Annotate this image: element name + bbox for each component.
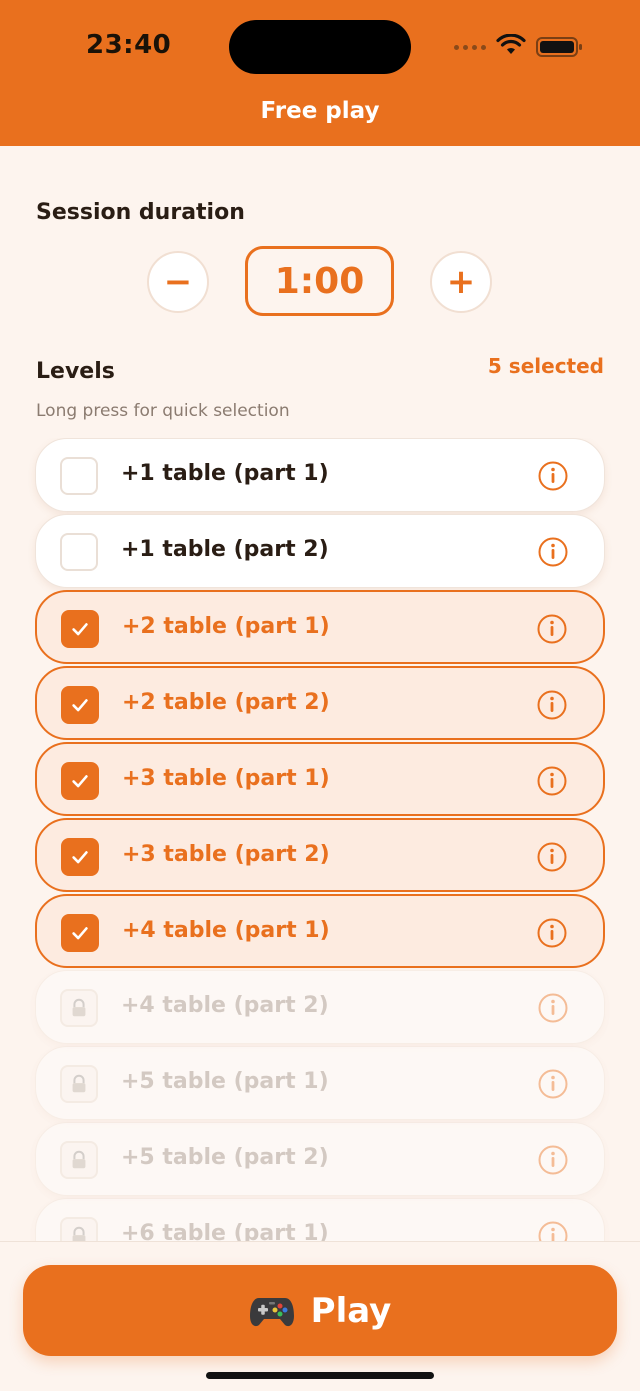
status-time: 23:40 bbox=[86, 30, 172, 60]
lock-icon bbox=[72, 998, 86, 1017]
checkmark-icon bbox=[72, 699, 88, 712]
level-item: +4 table (part 2) bbox=[35, 970, 605, 1044]
level-label: +2 table (part 1) bbox=[122, 614, 330, 639]
decrement-duration-button[interactable]: − bbox=[147, 251, 209, 313]
play-label: Play bbox=[310, 1290, 392, 1331]
battery-icon bbox=[536, 37, 582, 57]
info-icon[interactable] bbox=[537, 918, 567, 948]
checkmark-icon bbox=[72, 927, 88, 940]
info-icon[interactable] bbox=[537, 614, 567, 644]
checkbox-unchecked[interactable] bbox=[60, 533, 98, 571]
level-item: +5 table (part 2) bbox=[35, 1122, 605, 1196]
info-icon[interactable] bbox=[538, 1221, 568, 1241]
level-item[interactable]: +2 table (part 2) bbox=[35, 666, 605, 740]
gamepad-icon bbox=[249, 1297, 294, 1326]
level-label: +4 table (part 2) bbox=[121, 993, 329, 1018]
wifi-icon bbox=[496, 34, 526, 54]
info-icon[interactable] bbox=[537, 766, 567, 796]
play-button[interactable]: Play bbox=[23, 1265, 617, 1356]
level-item[interactable]: +3 table (part 2) bbox=[35, 818, 605, 892]
dynamic-island bbox=[229, 20, 411, 74]
levels-list[interactable]: +1 table (part 1) +1 table (part 2) +2 tab… bbox=[0, 438, 640, 1241]
level-label: +4 table (part 1) bbox=[122, 918, 330, 943]
lock-box bbox=[60, 989, 98, 1027]
session-duration-title: Session duration bbox=[36, 200, 245, 225]
cellular-signal-icon bbox=[454, 45, 486, 50]
level-item: +6 table (part 1) bbox=[35, 1198, 605, 1241]
level-label: +6 table (part 1) bbox=[121, 1221, 329, 1241]
app-header: 23:40 Free play bbox=[0, 0, 640, 146]
lock-box bbox=[60, 1141, 98, 1179]
levels-title: Levels bbox=[36, 359, 115, 384]
info-icon[interactable] bbox=[538, 1069, 568, 1099]
checkbox-checked[interactable] bbox=[61, 686, 99, 724]
increment-duration-button[interactable]: + bbox=[430, 251, 492, 313]
level-label: +2 table (part 2) bbox=[122, 690, 330, 715]
checkmark-icon bbox=[72, 775, 88, 788]
lock-box bbox=[60, 1065, 98, 1103]
duration-value: 1:00 bbox=[245, 246, 394, 316]
level-item[interactable]: +1 table (part 1) bbox=[35, 438, 605, 512]
plus-icon: + bbox=[446, 262, 476, 302]
level-item[interactable]: +3 table (part 1) bbox=[35, 742, 605, 816]
info-icon[interactable] bbox=[537, 842, 567, 872]
minus-icon: − bbox=[163, 262, 193, 302]
quick-selection-hint: Long press for quick selection bbox=[36, 401, 290, 421]
level-label: +1 table (part 1) bbox=[121, 461, 329, 486]
info-icon[interactable] bbox=[538, 993, 568, 1023]
level-label: +5 table (part 2) bbox=[121, 1145, 329, 1170]
checkbox-checked[interactable] bbox=[61, 610, 99, 648]
checkmark-icon bbox=[72, 851, 88, 864]
checkbox-checked[interactable] bbox=[61, 762, 99, 800]
info-icon[interactable] bbox=[537, 690, 567, 720]
info-icon[interactable] bbox=[538, 537, 568, 567]
level-item[interactable]: +1 table (part 2) bbox=[35, 514, 605, 588]
level-item[interactable]: +2 table (part 1) bbox=[35, 590, 605, 664]
checkbox-checked[interactable] bbox=[61, 914, 99, 952]
level-label: +3 table (part 2) bbox=[122, 842, 330, 867]
checkmark-icon bbox=[72, 623, 88, 636]
level-label: +1 table (part 2) bbox=[121, 537, 329, 562]
home-indicator bbox=[206, 1372, 434, 1379]
info-icon[interactable] bbox=[538, 461, 568, 491]
info-icon[interactable] bbox=[538, 1145, 568, 1175]
checkbox-unchecked[interactable] bbox=[60, 457, 98, 495]
selected-count: 5 selected bbox=[487, 354, 604, 378]
lock-box bbox=[60, 1217, 98, 1241]
lock-icon bbox=[72, 1150, 86, 1169]
checkbox-checked[interactable] bbox=[61, 838, 99, 876]
page-title: Free play bbox=[260, 98, 380, 124]
level-label: +5 table (part 1) bbox=[121, 1069, 329, 1094]
lock-icon bbox=[72, 1074, 86, 1093]
level-item: +5 table (part 1) bbox=[35, 1046, 605, 1120]
lock-icon bbox=[72, 1226, 86, 1241]
level-label: +3 table (part 1) bbox=[122, 766, 330, 791]
level-item[interactable]: +4 table (part 1) bbox=[35, 894, 605, 968]
